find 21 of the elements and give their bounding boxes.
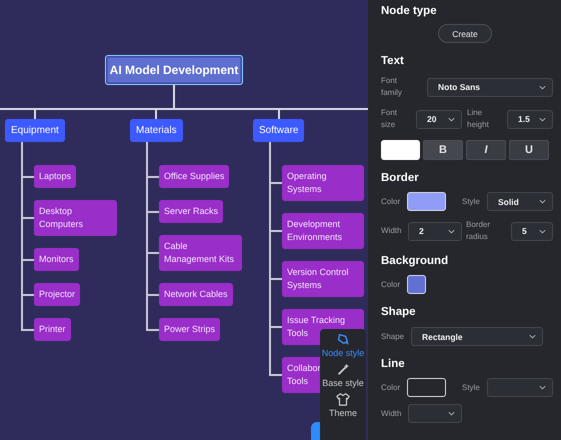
field-label: Border radius [466, 219, 492, 243]
field-label: Color [381, 278, 402, 290]
tab-label: Node style [322, 348, 364, 358]
tab-label: Theme [328, 408, 357, 418]
field-label: Style [462, 196, 481, 208]
tab-label: Base style [322, 378, 364, 388]
section-title: Text [381, 55, 405, 67]
field-label: Width [381, 225, 402, 237]
section-title: Shape [381, 306, 417, 318]
field-label: Font family [381, 75, 403, 99]
field-label: Color [381, 196, 402, 208]
field-label: Font size [381, 107, 398, 131]
field-label: Color [381, 382, 402, 394]
field-label: Shape [381, 330, 406, 342]
section-title: Node type [381, 5, 438, 17]
field-label: Style [462, 382, 481, 394]
field-label: Width [381, 408, 402, 420]
section-title: Background [381, 255, 450, 267]
field-label: Line height [467, 107, 490, 131]
section-title: Line [381, 358, 406, 370]
section-title: Border [381, 172, 420, 184]
